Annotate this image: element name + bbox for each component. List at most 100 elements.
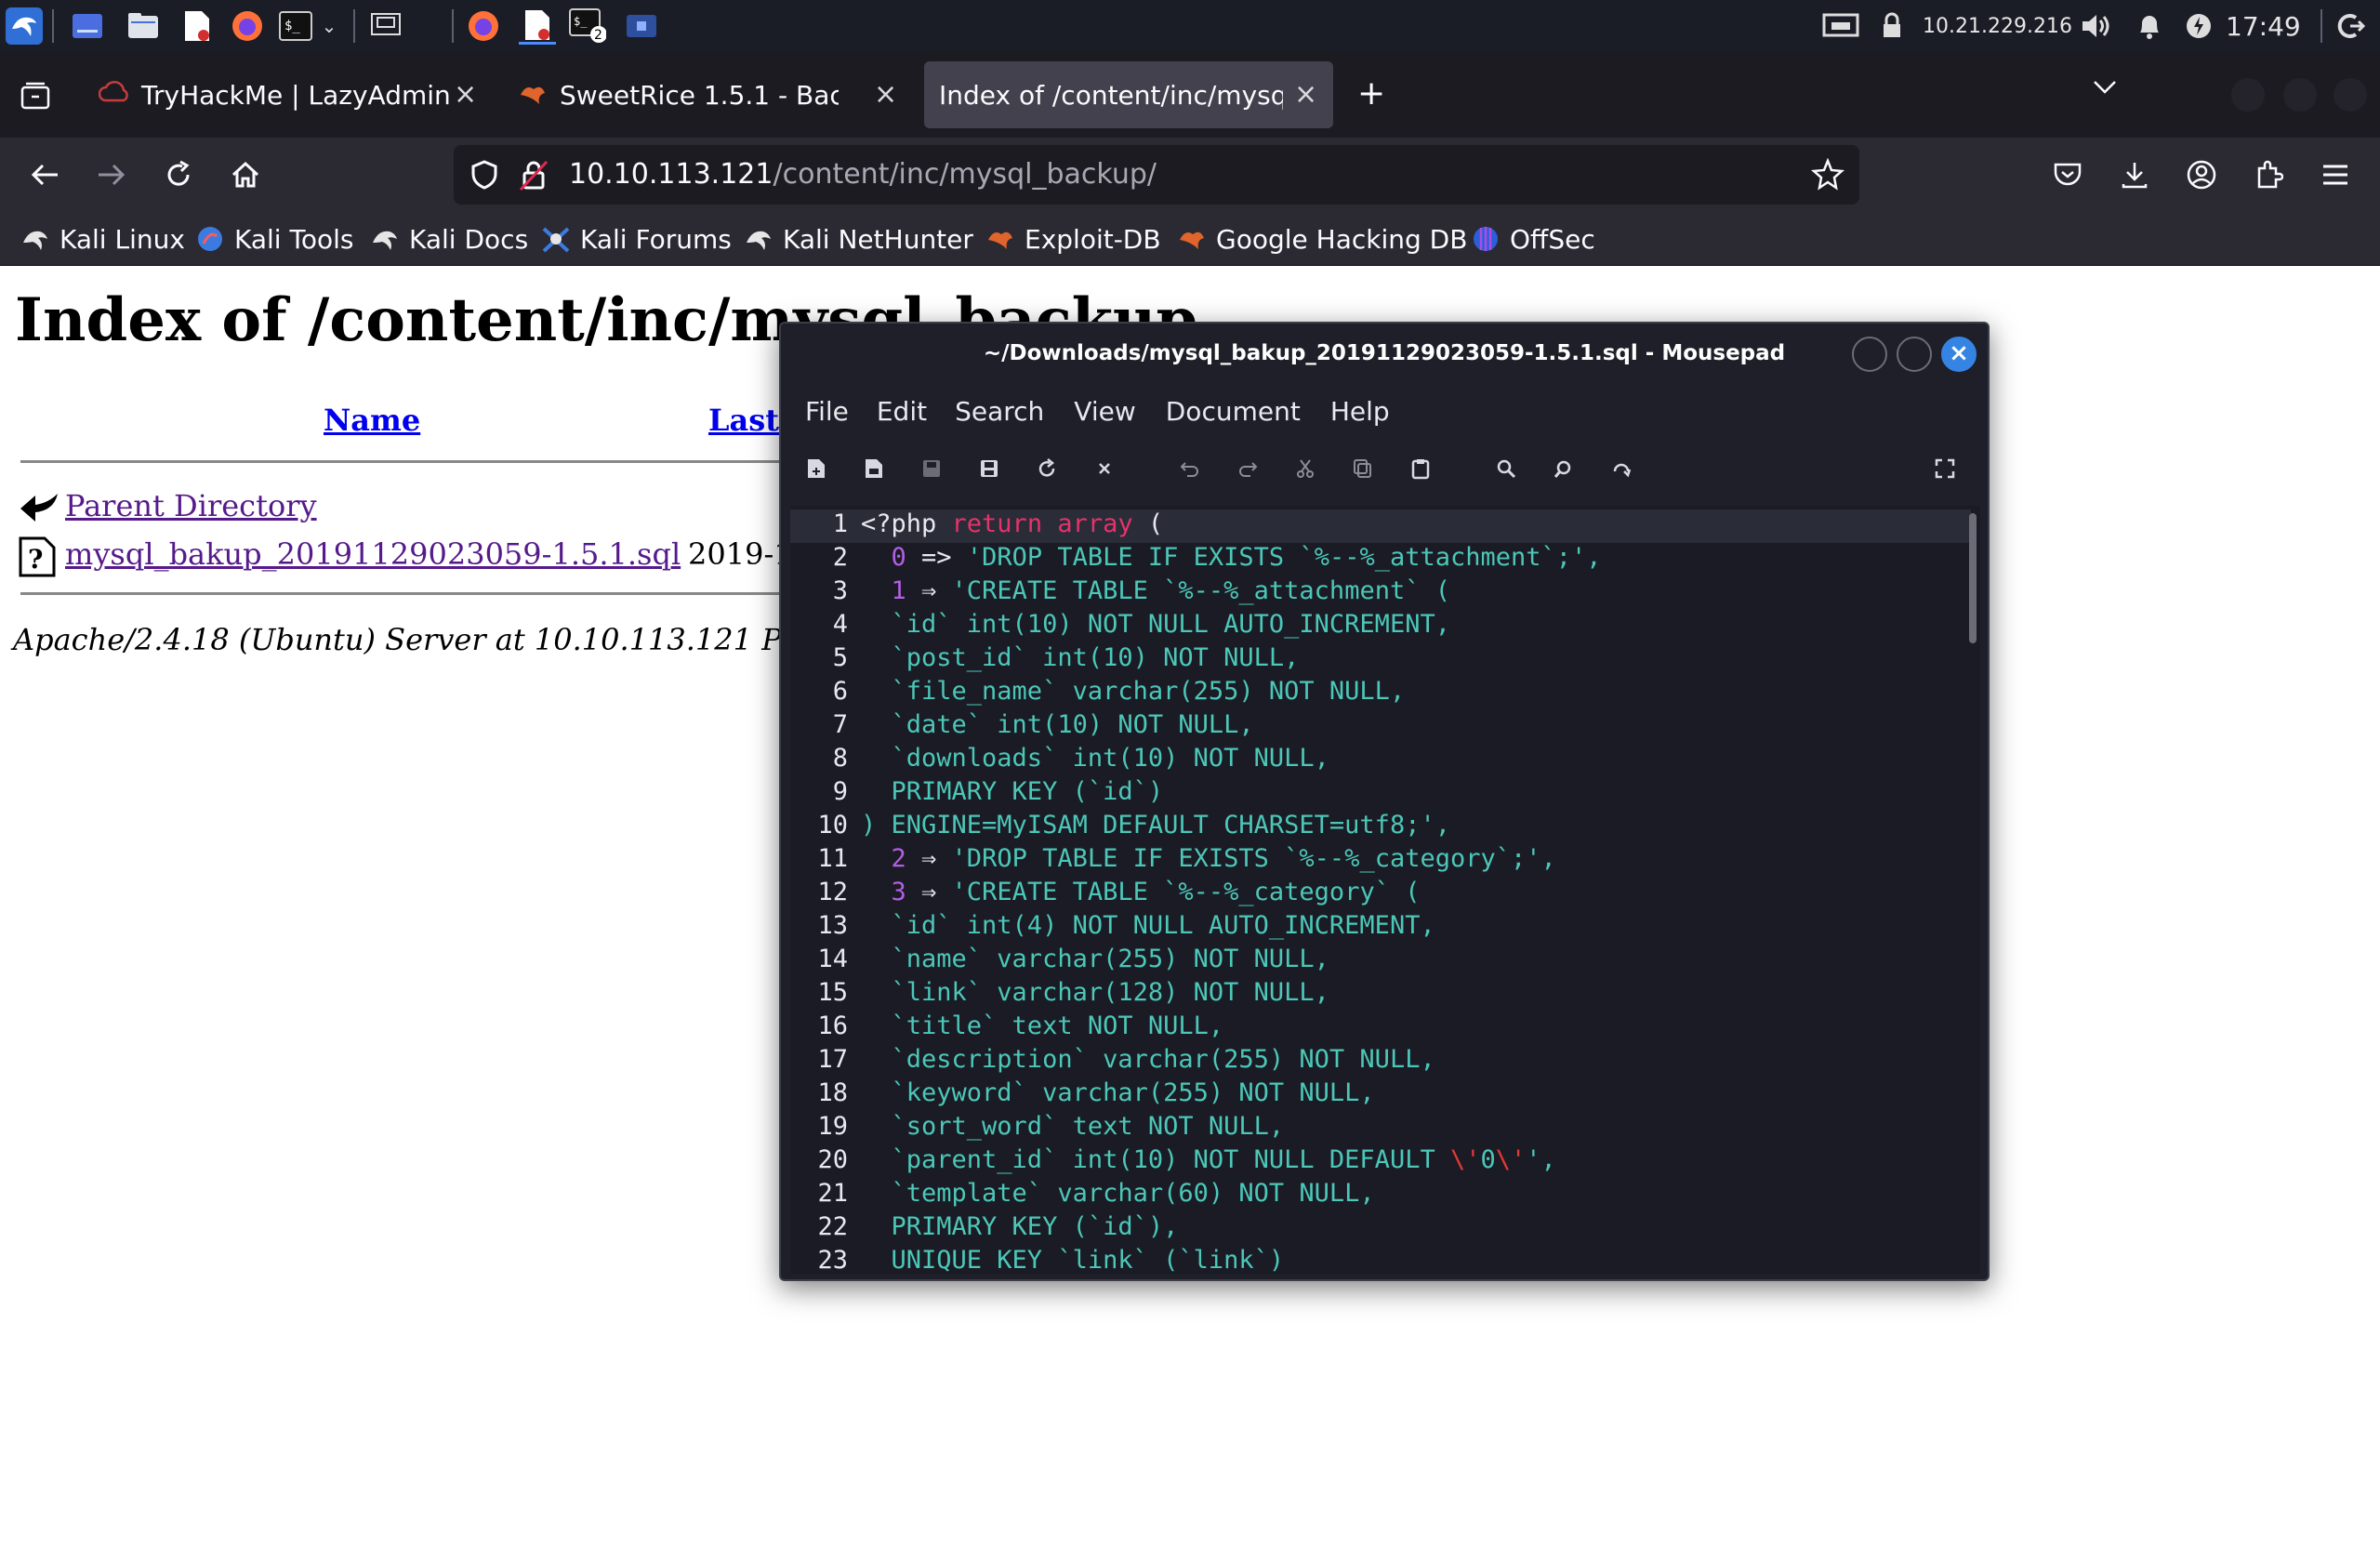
fullscreen-icon[interactable] (1930, 454, 1960, 483)
power-manager-icon[interactable] (2185, 0, 2213, 52)
open-file-icon[interactable] (917, 454, 946, 483)
forward-button[interactable] (86, 149, 138, 201)
window-minimize-button[interactable] (2231, 78, 2265, 112)
sort-by-name-link[interactable]: Name (324, 403, 420, 438)
menu-document[interactable]: Document (1166, 396, 1301, 427)
extensions-icon[interactable] (2242, 149, 2294, 201)
tab-overview-icon[interactable] (20, 82, 50, 113)
list-all-tabs-icon[interactable] (2092, 78, 2118, 100)
sql-backup-file-link[interactable]: mysql_bakup_20191129023059-1.5.1.sql (65, 536, 681, 572)
network-monitor-icon[interactable] (1822, 0, 1859, 52)
save-icon[interactable] (974, 454, 1004, 483)
menu-edit[interactable]: Edit (877, 396, 927, 427)
hamburger-menu-icon[interactable] (2309, 149, 2361, 201)
bookmark-kali-tools[interactable]: Kali Tools (195, 221, 353, 257)
code-line-23: UNIQUE KEY `link` (`link`) (861, 1246, 1285, 1274)
tab-close-icon[interactable]: × (874, 78, 897, 111)
vertical-scrollbar[interactable] (1969, 513, 1977, 643)
search-icon[interactable] (1491, 454, 1521, 483)
window-title: ~/Downloads/mysql_bakup_20191129023059-1… (781, 324, 1988, 383)
menu-file[interactable]: File (805, 396, 849, 427)
close-button[interactable]: × (1941, 337, 1977, 372)
code-line-4: `id` int(10) NOT NULL AUTO_INCREMENT, (861, 610, 1450, 639)
bookmark-kali-linux[interactable]: Kali Linux (20, 221, 185, 257)
maximize-button[interactable] (1897, 337, 1932, 372)
mousepad-window[interactable]: ~/Downloads/mysql_bakup_20191129023059-1… (779, 322, 1990, 1281)
undo-icon[interactable] (1175, 454, 1205, 483)
unknown-file-icon: ? (19, 536, 56, 581)
window-maximize-button[interactable] (2283, 78, 2317, 112)
bookmark-exploit-db[interactable]: Exploit-DB (985, 221, 1161, 257)
code-line-20: `parent_id` int(10) NOT NULL DEFAULT \'0… (861, 1145, 1556, 1174)
shield-icon[interactable] (470, 160, 498, 193)
exploit-db-icon (519, 82, 547, 112)
volume-icon[interactable] (2081, 0, 2112, 52)
back-button[interactable] (19, 149, 71, 201)
url-text[interactable]: 10.10.113.121/content/inc/mysql_backup/ (569, 158, 1157, 191)
close-document-icon[interactable] (1090, 454, 1119, 483)
line-number: 17 (817, 1045, 848, 1074)
tab-sweetrice[interactable]: SweetRice 1.5.1 - Backup D × (506, 61, 907, 128)
bookmark-kali-forums[interactable]: Kali Forums (541, 221, 732, 257)
copy-icon[interactable] (1348, 454, 1378, 483)
chevron-down-icon[interactable]: ⌄ (318, 7, 340, 45)
vpn-lock-icon[interactable] (1878, 0, 1906, 52)
panel-separator (353, 9, 355, 43)
clock[interactable]: 17:49 (2226, 0, 2301, 52)
paste-icon[interactable] (1406, 454, 1435, 483)
taskbar-mousepad-icon[interactable] (519, 7, 556, 45)
taskbar-firefox-icon[interactable] (465, 7, 502, 45)
taskbar-terminal-icon[interactable]: $_ 2 (569, 7, 606, 45)
session-logout-icon[interactable] (2337, 0, 2365, 52)
bookmark-star-icon[interactable] (1810, 157, 1845, 195)
line-number: 4 (832, 610, 848, 639)
cut-icon[interactable] (1290, 454, 1320, 483)
parent-directory-link[interactable]: Parent Directory (65, 488, 317, 523)
svg-text:2: 2 (594, 28, 602, 43)
minimize-button[interactable] (1852, 337, 1887, 372)
notifications-bell-icon[interactable] (2136, 0, 2162, 52)
find-replace-icon[interactable] (1549, 454, 1579, 483)
code-editor[interactable]: 1 2 3 4 5 6 7 8 9 10 11 12 13 14 15 16 17 18 19 20 21 22 23 <?… (790, 506, 1980, 1274)
line-number: 13 (817, 911, 848, 940)
file-manager-icon[interactable] (125, 7, 162, 45)
new-window-icon[interactable] (859, 454, 889, 483)
new-tab-button[interactable]: + (1357, 74, 1385, 112)
reload-button[interactable] (152, 149, 205, 201)
bookmark-google-hacking-db[interactable]: Google Hacking DB (1177, 221, 1467, 257)
bookmark-offsec[interactable]: OffSec (1471, 221, 1595, 257)
pocket-icon[interactable] (2042, 149, 2094, 201)
text-editor-icon[interactable] (178, 7, 216, 45)
redo-icon[interactable] (1233, 454, 1263, 483)
home-button[interactable] (219, 149, 271, 201)
bookmark-kali-docs[interactable]: Kali Docs (370, 221, 528, 257)
go-to-line-icon[interactable] (1606, 454, 1636, 483)
account-icon[interactable] (2175, 149, 2228, 201)
window-switcher-icon[interactable] (368, 7, 405, 45)
navigation-toolbar: 10.10.113.121/content/inc/mysql_backup/ (0, 138, 2380, 212)
firefox-icon[interactable] (229, 7, 266, 45)
bookmark-kali-nethunter[interactable]: Kali NetHunter (744, 221, 973, 257)
url-host: 10.10.113.121 (569, 158, 774, 191)
terminal-icon[interactable]: $_ (277, 7, 314, 45)
downloads-icon[interactable] (2109, 149, 2161, 201)
tab-index-of-mysql-backup[interactable]: Index of /content/inc/mysql_b × (924, 61, 1333, 128)
menu-help[interactable]: Help (1330, 396, 1390, 427)
desktop-workspace-icon[interactable] (69, 7, 106, 45)
new-document-icon[interactable] (801, 454, 831, 483)
line-number: 18 (817, 1078, 848, 1107)
menu-search[interactable]: Search (955, 396, 1044, 427)
exploit-db-icon (985, 224, 1015, 254)
window-close-button[interactable] (2334, 78, 2367, 112)
tab-close-icon[interactable]: × (1294, 78, 1317, 111)
tab-strip: TryHackMe | LazyAdmin × SweetRice 1.5.1 … (0, 52, 2380, 138)
kali-menu-icon[interactable] (6, 7, 43, 45)
tab-close-icon[interactable]: × (454, 78, 477, 111)
menu-view[interactable]: View (1074, 396, 1135, 427)
insecure-lock-icon[interactable] (519, 158, 549, 195)
reload-icon[interactable] (1032, 454, 1062, 483)
tab-tryhackme[interactable]: TryHackMe | LazyAdmin × (89, 61, 496, 128)
taskbar-app-icon[interactable] (623, 7, 660, 45)
url-bar[interactable]: 10.10.113.121/content/inc/mysql_backup/ (454, 145, 1859, 205)
line-number: 22 (817, 1212, 848, 1241)
